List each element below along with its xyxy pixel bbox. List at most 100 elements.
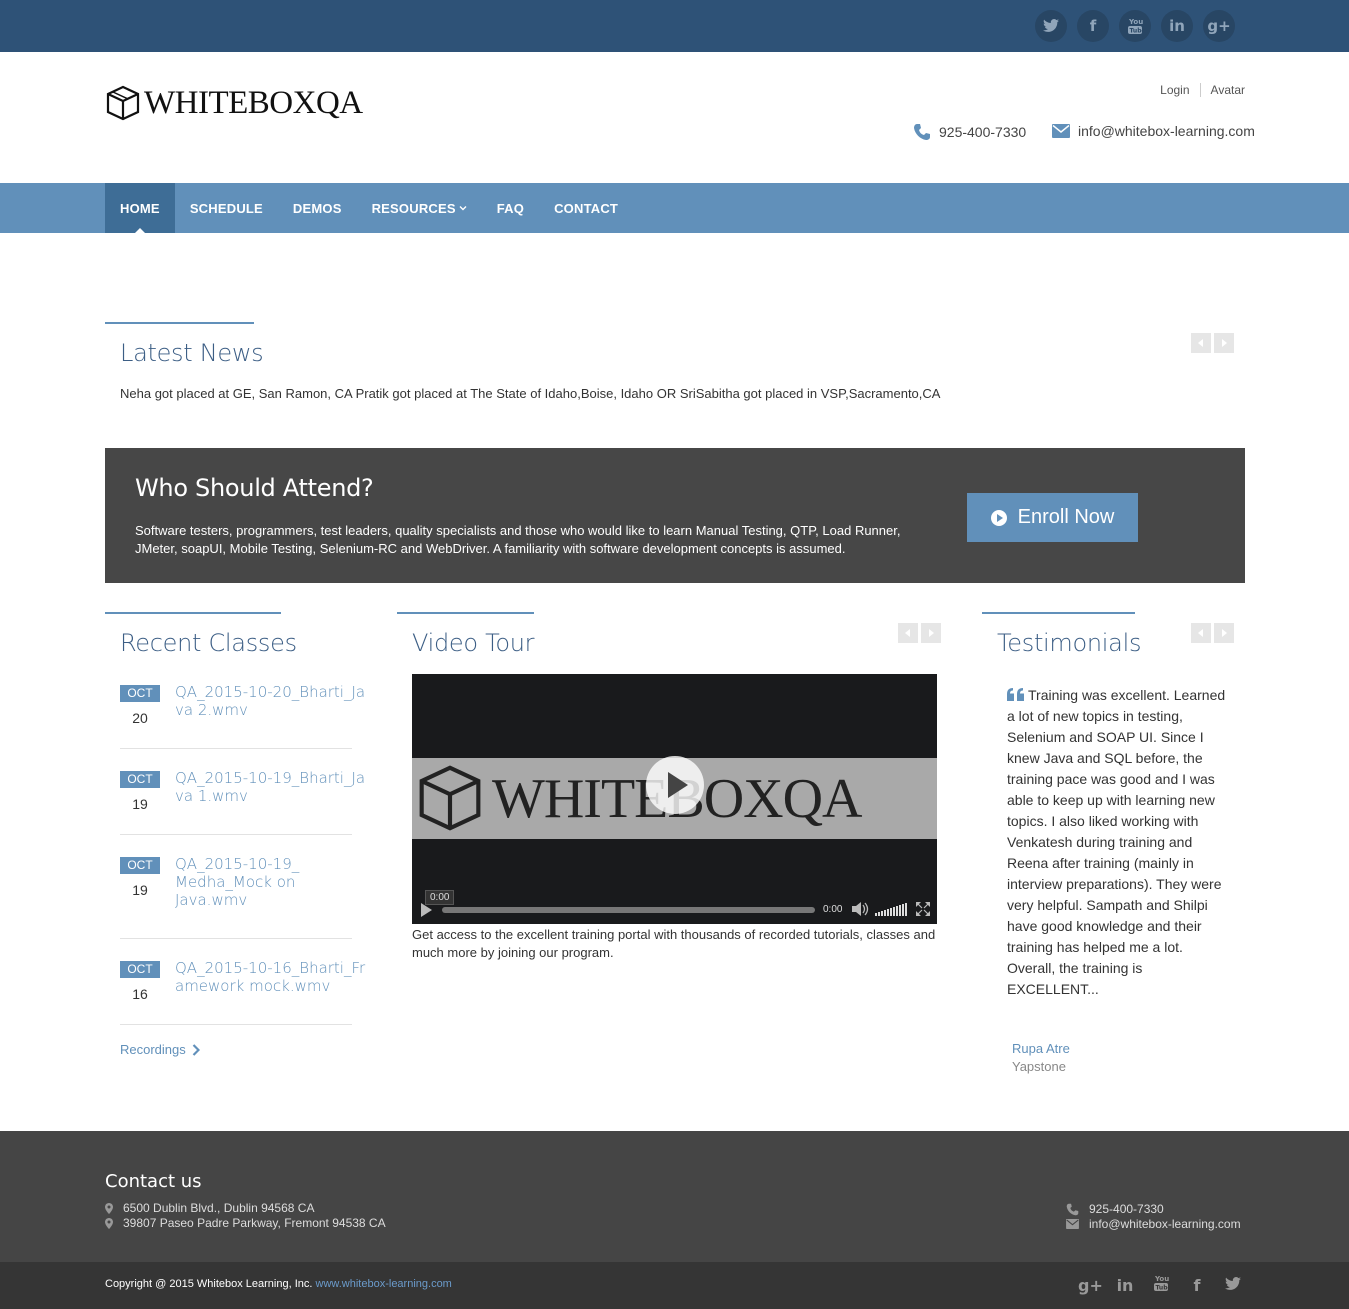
divider [120, 938, 352, 939]
video-progress-bar[interactable] [442, 907, 815, 913]
svg-text:Tube: Tube [1130, 28, 1144, 35]
news-carousel-controls [1191, 333, 1234, 353]
nav-resources[interactable]: RESOURCES [357, 183, 482, 233]
linkedin-icon[interactable]: in [1114, 1276, 1136, 1295]
news-text: Neha got placed at GE, San Ramon, CA Pra… [120, 386, 941, 401]
svg-text:You: You [1128, 18, 1143, 26]
nav-demos[interactable]: DEMOS [278, 183, 357, 233]
nav-contact[interactable]: CONTACT [539, 183, 633, 233]
copyright: Copyright @ 2015 Whitebox Learning, Inc.… [105, 1278, 452, 1290]
testimonials-prev-button[interactable] [1191, 623, 1211, 643]
class-title-link[interactable]: QA_2015-10-20_Bharti_Java 2.wmv [175, 683, 367, 723]
recent-classes-title: Recent Classes [120, 629, 297, 657]
youtube-icon[interactable]: You Tube [1150, 1274, 1172, 1296]
divider [1199, 83, 1201, 97]
video-carousel-controls [898, 623, 941, 643]
date-day: 19 [132, 796, 148, 812]
chevron-right-icon [929, 629, 934, 637]
twitter-icon[interactable] [1035, 10, 1067, 42]
footer-address-1: 6500 Dublin Blvd., Dublin 94568 CA [105, 1201, 314, 1215]
address-2-text: 39807 Paseo Padre Parkway, Fremont 94538… [123, 1216, 386, 1230]
social-links-top: f You Tube in g+ [1035, 10, 1235, 42]
social-links-bottom: g+ in You Tube f [1078, 1274, 1244, 1296]
news-title: Latest News [120, 339, 264, 367]
footer-contact-title: Contact us [105, 1171, 202, 1192]
date-badge: OCT 19 [120, 771, 160, 812]
fullscreen-icon[interactable] [916, 902, 930, 916]
chevron-left-icon [1198, 629, 1203, 637]
video-next-button[interactable] [921, 623, 941, 643]
video-play-button[interactable] [646, 756, 704, 814]
logo-text: WHITEBOXQA [144, 84, 363, 121]
nav-home-label: HOME [120, 200, 160, 216]
address-1-text: 6500 Dublin Blvd., Dublin 94568 CA [123, 1201, 315, 1215]
svg-text:You: You [1154, 1275, 1169, 1283]
copyright-text: Copyright @ 2015 Whitebox Learning, Inc. [105, 1278, 313, 1290]
facebook-icon[interactable]: f [1186, 1276, 1208, 1295]
avatar-link[interactable]: Avatar [1211, 83, 1245, 97]
footer-email: info@whitebox-learning.com [1066, 1217, 1241, 1231]
testimonials-carousel-controls [1191, 623, 1234, 643]
volume-slider[interactable] [875, 903, 907, 916]
header-email: info@whitebox-learning.com [1052, 123, 1255, 139]
attend-title: Who Should Attend? [135, 474, 374, 502]
nav-contact-label: CONTACT [554, 200, 619, 216]
account-links: Login Avatar [1160, 83, 1245, 97]
news-next-button[interactable] [1214, 333, 1234, 353]
header-phone: 925-400-7330 [913, 123, 1026, 141]
linkedin-icon[interactable]: in [1161, 10, 1193, 42]
enroll-now-button[interactable]: Enroll Now [967, 493, 1138, 542]
class-item: OCT 19 QA_2015-10-19_Bharti_Java 1.wmv [120, 769, 365, 821]
footer-email-text[interactable]: info@whitebox-learning.com [1089, 1217, 1241, 1231]
news-prev-button[interactable] [1191, 333, 1211, 353]
class-title-link[interactable]: QA_2015-10-16_Bharti_Framework mock.wmv [175, 959, 367, 999]
date-month: OCT [120, 685, 160, 702]
phone-icon [1066, 1203, 1079, 1215]
site-logo[interactable]: WHITEBOXQA [105, 84, 363, 122]
map-marker-icon [105, 1217, 113, 1229]
footer-phone-text[interactable]: 925-400-7330 [1089, 1202, 1164, 1216]
twitter-icon[interactable] [1222, 1276, 1244, 1295]
volume-icon[interactable] [852, 902, 870, 916]
testimonials-next-button[interactable] [1214, 623, 1234, 643]
header-phone-text[interactable]: 925-400-7330 [939, 124, 1026, 140]
date-month: OCT [120, 961, 160, 978]
youtube-icon[interactable]: You Tube [1119, 10, 1151, 42]
chevron-left-icon [1198, 339, 1203, 347]
google-plus-icon[interactable]: g+ [1203, 10, 1235, 42]
date-day: 19 [132, 882, 148, 898]
footer: Contact us 6500 Dublin Blvd., Dublin 945… [0, 1131, 1349, 1262]
nav-schedule-label: SCHEDULE [189, 200, 263, 216]
facebook-icon[interactable]: f [1077, 10, 1109, 42]
date-badge: OCT 20 [120, 685, 160, 726]
chevron-left-icon [905, 629, 910, 637]
date-month: OCT [120, 857, 160, 874]
nav-home[interactable]: HOME [105, 183, 175, 233]
video-player[interactable]: WHITEBOXQA 0:00 0:00 [412, 674, 937, 924]
video-heading-rule [397, 612, 534, 614]
who-should-attend-panel: Who Should Attend? Software testers, pro… [105, 448, 1245, 583]
play-icon[interactable] [421, 903, 432, 917]
class-title-link[interactable]: QA_2015-10-19_ Medha_Mock on Java.wmv [175, 855, 305, 913]
enroll-label: Enroll Now [1017, 506, 1115, 528]
divider [120, 1024, 352, 1025]
login-link[interactable]: Login [1160, 83, 1189, 97]
class-title-link[interactable]: QA_2015-10-19_Bharti_Java 1.wmv [175, 769, 367, 809]
nav-faq[interactable]: FAQ [482, 183, 539, 233]
recent-heading-rule [105, 612, 281, 614]
quote-icon [1007, 688, 1024, 701]
chevron-right-icon [1222, 629, 1227, 637]
nav-schedule[interactable]: SCHEDULE [175, 183, 278, 233]
video-tour-title: Video Tour [412, 629, 535, 657]
recordings-link[interactable]: Recordings [120, 1042, 200, 1057]
video-prev-button[interactable] [898, 623, 918, 643]
envelope-icon [1052, 124, 1070, 138]
svg-text:Tube: Tube [1156, 1285, 1170, 1292]
testimonial-text: Training was excellent. Learned a lot of… [1007, 687, 1226, 997]
news-heading-rule [105, 322, 254, 324]
site-link[interactable]: www.whitebox-learning.com [316, 1278, 452, 1290]
google-plus-icon[interactable]: g+ [1078, 1276, 1103, 1295]
header-email-text[interactable]: info@whitebox-learning.com [1078, 123, 1255, 139]
play-circle-icon [990, 509, 1007, 526]
nav-faq-label: FAQ [496, 200, 525, 216]
